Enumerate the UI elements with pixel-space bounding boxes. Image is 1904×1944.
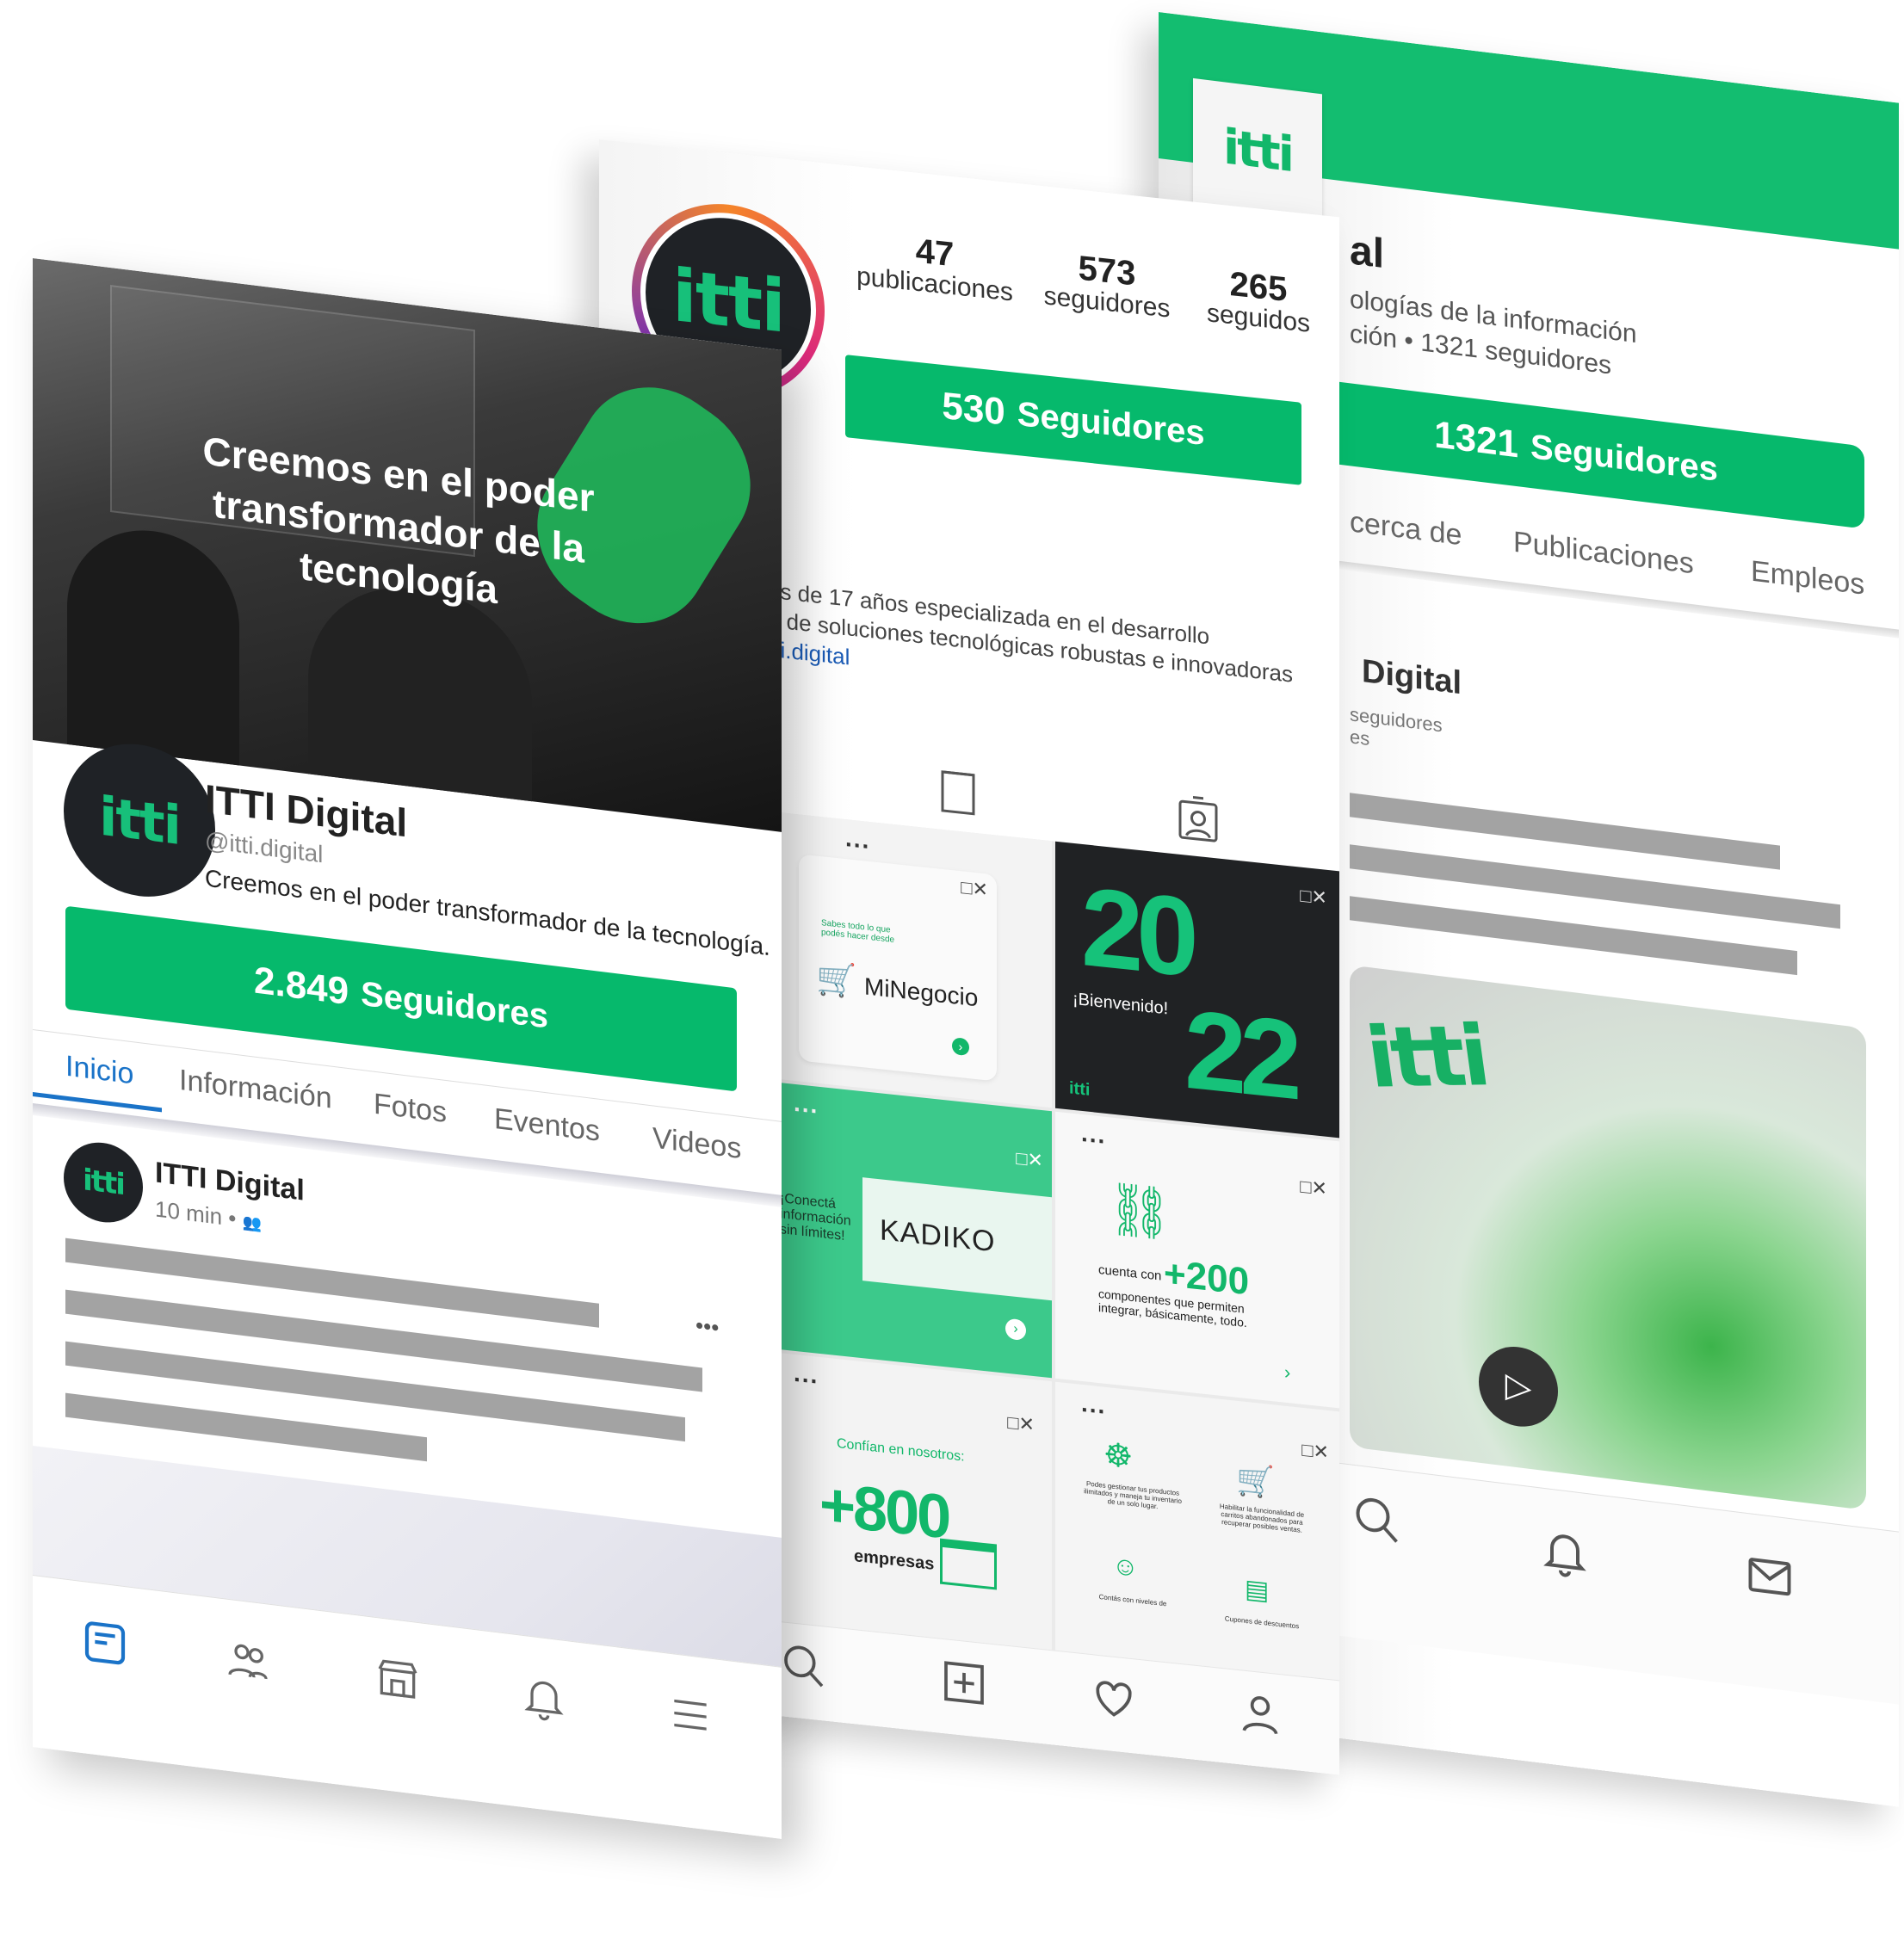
tagged-icon[interactable] xyxy=(1178,793,1219,845)
post-features[interactable]: ... □✕ ☸ Podes gestionar tus productos i… xyxy=(1055,1381,1339,1681)
feature-4: Cupones de descuentos xyxy=(1224,1614,1300,1631)
bell-icon[interactable] xyxy=(520,1669,568,1724)
tab-posts[interactable]: Publicaciones xyxy=(1513,526,1694,582)
tab-home[interactable]: Inicio xyxy=(65,1050,133,1092)
ad-close-icon[interactable]: □✕ xyxy=(1007,1411,1035,1436)
followers-count: 530 xyxy=(942,384,1005,434)
friends-icon[interactable] xyxy=(224,1633,272,1688)
post-time-text: 10 min • xyxy=(155,1195,237,1232)
kadiko-tagline: ¡Conectá información sin límites! xyxy=(780,1191,851,1244)
ad-close-icon[interactable]: □✕ xyxy=(961,876,988,901)
itti-logo: itti xyxy=(1360,1007,1492,1107)
trust-label: empresas xyxy=(854,1546,935,1574)
grid-view-icon[interactable] xyxy=(940,766,976,818)
ad-close-icon[interactable]: □✕ xyxy=(1300,885,1327,910)
post-time: 10 min • 👥 xyxy=(155,1195,262,1235)
more-icon[interactable]: ... xyxy=(1081,1390,1106,1420)
feature-3: Contás con niveles de xyxy=(1098,1593,1167,1608)
itti-logo: itti xyxy=(1223,118,1292,183)
ad-card: □✕ Sabes todo lo que podés hacer desde 🛒… xyxy=(799,854,997,1082)
wheel-icon: ☸ xyxy=(1103,1436,1134,1477)
post-trust[interactable]: ... □✕ Confían en nosotros: +800 empresa… xyxy=(768,1351,1052,1651)
audience-icon: 👥 xyxy=(242,1213,263,1233)
menu-icon[interactable] xyxy=(666,1688,714,1742)
post-welcome-2022[interactable]: □✕ 20 ¡Bienvenido! 22 itti xyxy=(1055,841,1339,1139)
followers-label: Seguidores xyxy=(361,974,548,1036)
arrow-icon[interactable]: › xyxy=(1284,1361,1290,1385)
post-components[interactable]: ... □✕ ⛓ cuenta con +200 componentes que… xyxy=(1055,1111,1339,1409)
stat-following[interactable]: 265 seguidos xyxy=(1181,261,1336,340)
linkedin-logo-box: itti xyxy=(1193,77,1322,224)
linkedin-page-name: al xyxy=(1350,227,1385,278)
itti-logo: itti xyxy=(672,252,784,349)
post-minegocio[interactable]: ... □✕ Sabes todo lo que podés hacer des… xyxy=(768,811,1052,1108)
tab-videos[interactable]: Videos xyxy=(652,1121,741,1166)
user-icon: ☺ xyxy=(1112,1551,1139,1583)
tab-jobs[interactable]: Empleos xyxy=(1751,554,1864,602)
itti-logo: itti xyxy=(83,1163,124,1203)
network-icon: ⛓ xyxy=(1107,1179,1173,1244)
news-feed-icon[interactable] xyxy=(81,1616,129,1670)
search-icon[interactable] xyxy=(1351,1491,1403,1549)
year-top: 20 xyxy=(1081,862,1192,1001)
page-avatar: itti xyxy=(64,735,215,906)
arrow-icon[interactable]: › xyxy=(952,1037,969,1057)
post-grid: ... □✕ Sabes todo lo que podés hacer des… xyxy=(768,811,1339,1681)
ad-close-icon[interactable]: □✕ xyxy=(1016,1147,1043,1172)
profile-icon[interactable] xyxy=(1236,1688,1284,1741)
coupon-icon: ▤ xyxy=(1245,1574,1270,1606)
stat-posts: 47 publicaciones xyxy=(849,225,1021,307)
post-avatar: itti xyxy=(64,1138,143,1227)
more-icon[interactable]: ... xyxy=(1081,1120,1106,1150)
facebook-panel: Creemos en el poder transformador de la … xyxy=(33,258,782,1839)
feature-1: Podes gestionar tus productos ilimitados… xyxy=(1084,1479,1182,1511)
more-icon[interactable]: ... xyxy=(794,1360,819,1390)
more-icon[interactable]: ... xyxy=(845,824,870,855)
cart-icon: 🛒 xyxy=(816,960,857,1001)
itti-logo: itti xyxy=(1069,1078,1091,1100)
search-icon[interactable] xyxy=(780,1639,828,1693)
more-icon[interactable]: ... xyxy=(794,1089,819,1120)
stat-followers[interactable]: 573 seguidores xyxy=(1021,244,1193,326)
linkedin-post-meta-2: es xyxy=(1350,725,1370,750)
tab-info[interactable]: Información xyxy=(179,1064,332,1116)
bell-icon[interactable] xyxy=(1539,1522,1591,1580)
ad-close-icon[interactable]: □✕ xyxy=(1300,1176,1327,1200)
arrow-icon[interactable]: › xyxy=(1005,1318,1026,1342)
linkedin-post-author: Digital xyxy=(1362,652,1462,702)
heart-icon[interactable] xyxy=(1090,1672,1138,1725)
components-prefix: cuenta con xyxy=(1098,1262,1162,1284)
followers-count: 2.849 xyxy=(254,959,349,1014)
itti-logo: itti xyxy=(99,783,180,857)
year-bottom: 22 xyxy=(1184,985,1295,1123)
instagram-followers-button[interactable]: 530 Seguidores xyxy=(845,355,1301,485)
followers-count: 1321 xyxy=(1434,413,1519,466)
add-post-icon[interactable] xyxy=(940,1657,988,1710)
ad-close-icon[interactable]: □✕ xyxy=(1301,1439,1329,1464)
tab-events[interactable]: Eventos xyxy=(494,1102,600,1149)
feature-2: Habilitar la funcionalidad de carritos a… xyxy=(1219,1502,1305,1534)
tab-about[interactable]: cerca de xyxy=(1350,505,1462,552)
cart-icon: 🛒 xyxy=(1236,1460,1275,1501)
marketplace-icon[interactable] xyxy=(374,1652,422,1706)
linkedin-video[interactable]: itti ▷ xyxy=(1350,965,1866,1510)
trust-title: Confían en nosotros: xyxy=(837,1436,965,1465)
trust-number: +800 xyxy=(819,1469,949,1552)
post-more-icon[interactable]: ••• xyxy=(695,1312,719,1342)
store-icon xyxy=(940,1538,997,1590)
play-icon[interactable]: ▷ xyxy=(1479,1342,1558,1431)
minegocio-tagline: Sabes todo lo que podés hacer desde xyxy=(821,918,895,946)
followers-label: Seguidores xyxy=(1017,394,1205,453)
tab-photos[interactable]: Fotos xyxy=(374,1088,447,1130)
post-kadiko[interactable]: ... □✕ ¡Conectá información sin límites!… xyxy=(768,1081,1052,1379)
minegocio-brand: MiNegocio xyxy=(864,972,979,1012)
followers-label: Seguidores xyxy=(1530,427,1718,489)
mail-icon[interactable] xyxy=(1744,1547,1796,1605)
linkedin-followers-button[interactable]: 1321 Seguidores xyxy=(1288,375,1864,529)
